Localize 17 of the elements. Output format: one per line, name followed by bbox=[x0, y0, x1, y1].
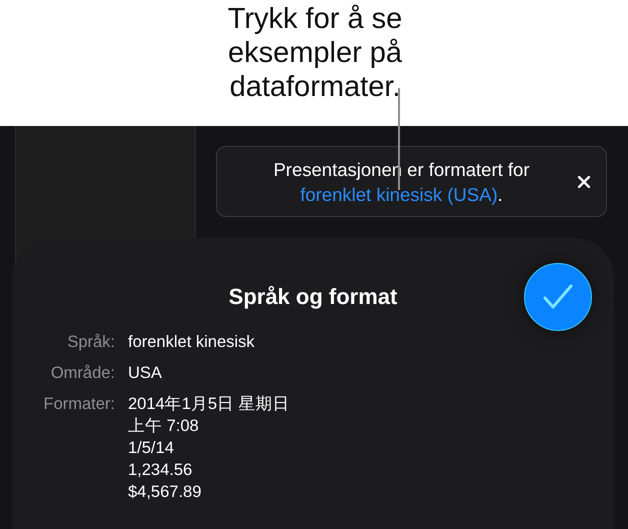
field-value: 1/5/14 bbox=[128, 438, 175, 459]
language-link[interactable]: forenklet kinesisk (USA) bbox=[300, 184, 498, 204]
close-button[interactable] bbox=[576, 174, 592, 190]
banner-message: Presentasjonen er formatert for forenklet kinesisk (USA). bbox=[272, 158, 531, 206]
field-label: Formater: bbox=[42, 394, 115, 415]
callout-text: Trykk for å se eksempler på dataformater. bbox=[226, 2, 404, 105]
field-value: USA bbox=[128, 363, 162, 384]
field-value: forenklet kinesisk bbox=[128, 332, 255, 353]
field-value: $4,567.89 bbox=[128, 482, 202, 503]
field-value: 上午 7:08 bbox=[128, 416, 200, 437]
field-label: Språk: bbox=[66, 332, 115, 353]
field-label: Område: bbox=[50, 363, 115, 384]
checkmark-icon bbox=[543, 284, 573, 310]
card-title: Språk og format bbox=[228, 283, 398, 311]
field-value: 1,234.56 bbox=[128, 460, 194, 481]
close-icon bbox=[578, 176, 590, 188]
field-value: 2014年1月5日 星期日 bbox=[128, 394, 290, 415]
